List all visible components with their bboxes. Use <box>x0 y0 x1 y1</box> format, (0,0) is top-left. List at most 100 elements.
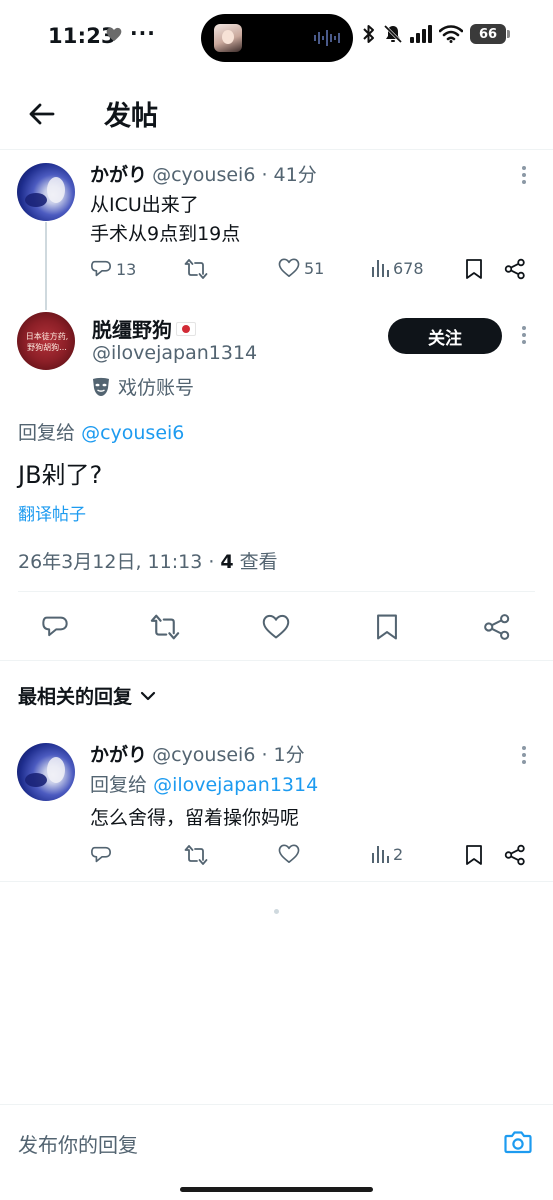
replying-to-prefix: 回复给 <box>18 422 76 444</box>
reply-composer: 发布你的回复 <box>0 1104 553 1200</box>
main-author-name-row: 脱缰野狗 <box>92 314 196 343</box>
parent-retweet-button[interactable] <box>184 258 208 280</box>
japan-flag-icon <box>176 321 196 336</box>
main-post-text: JB剁了? <box>18 461 103 489</box>
parent-views-button[interactable]: 678 <box>371 258 424 278</box>
reply-action-bar: 2 <box>0 844 553 872</box>
share-icon <box>504 258 526 280</box>
reply-header: かがり @cyousei6 · 1分 <box>90 740 305 767</box>
battery-indicator: 66 <box>470 24 510 44</box>
reply-like-button[interactable] <box>278 844 300 864</box>
heart-status-icon <box>106 27 122 42</box>
parent-action-bar: 13 51 678 <box>0 258 553 286</box>
bluetooth-icon <box>362 24 376 44</box>
parent-post-header: かがり @cyousei6 · 41分 <box>90 160 317 187</box>
chevron-down-icon <box>140 691 156 701</box>
retweet-icon <box>184 258 208 280</box>
reply-composer-input[interactable]: 发布你的回复 <box>18 1129 138 1158</box>
replies-sort-label: 最相关的回复 <box>18 686 133 708</box>
signal-icon <box>410 25 432 43</box>
media-thumbnail <box>214 24 242 52</box>
reply-retweet-button[interactable] <box>184 844 208 866</box>
back-button[interactable] <box>22 94 62 134</box>
reply-views-button[interactable]: 2 <box>371 844 403 864</box>
reply-handle-time: @cyousei6 · 1分 <box>152 744 305 766</box>
main-like-button[interactable] <box>261 612 291 642</box>
parent-reply-count: 13 <box>116 259 137 279</box>
parody-account-label: 戏仿账号 <box>92 373 194 400</box>
main-bookmark-button[interactable] <box>372 612 402 642</box>
bookmark-icon <box>465 844 483 866</box>
audio-wave-icon <box>314 30 340 46</box>
like-icon <box>278 844 300 864</box>
post-date: 26年3月12日, 11:13 · <box>18 551 221 573</box>
share-icon <box>483 613 511 641</box>
parent-reply-button[interactable]: 13 <box>90 258 136 280</box>
reply-author-name[interactable]: かがり <box>90 744 147 766</box>
like-icon <box>262 614 290 640</box>
camera-button[interactable] <box>503 1127 533 1157</box>
views-icon <box>371 844 389 864</box>
replies-sort-selector[interactable]: 最相关的回复 <box>18 682 156 709</box>
reply-icon <box>90 844 112 866</box>
back-arrow-icon <box>29 103 55 125</box>
status-more-indicator: ··· <box>130 21 156 45</box>
reply-author-avatar[interactable] <box>17 743 75 801</box>
main-reply-button[interactable] <box>40 612 70 642</box>
reply-replying-to-mention[interactable]: @ilovejapan1314 <box>153 774 318 796</box>
parent-post-text-line-2: 手术从9点到19点 <box>90 223 241 245</box>
parent-handle-time: @cyousei6 · 41分 <box>152 164 317 186</box>
parent-like-count: 51 <box>304 258 325 278</box>
bookmark-icon <box>465 258 483 280</box>
views-icon <box>371 258 389 278</box>
main-action-bar <box>0 592 553 660</box>
parent-bookmark-button[interactable] <box>465 258 483 280</box>
main-more-button[interactable] <box>512 323 536 347</box>
parent-more-button[interactable] <box>512 163 536 187</box>
parent-share-button[interactable] <box>504 258 526 280</box>
parent-author-avatar[interactable] <box>17 163 75 221</box>
like-icon <box>278 258 300 278</box>
reply-icon <box>90 258 112 280</box>
divider <box>0 660 553 661</box>
reply-replying-to-prefix: 回复给 <box>90 774 148 796</box>
camera-icon <box>504 1130 532 1154</box>
parent-like-button[interactable]: 51 <box>278 258 324 278</box>
main-share-button[interactable] <box>482 612 512 642</box>
reply-bookmark-button[interactable] <box>465 844 483 866</box>
reply-share-button[interactable] <box>504 844 526 866</box>
reply-reply-button[interactable] <box>90 844 112 866</box>
wifi-icon <box>439 25 463 43</box>
avatar-caption: 日本徒方药, 野狗胡狗... <box>25 332 69 352</box>
loading-indicator <box>274 909 279 914</box>
dynamic-island[interactable] <box>201 14 353 62</box>
post-views-count: 4 <box>220 551 234 573</box>
parent-post-text-line-1: 从ICU出来了 <box>90 194 199 216</box>
home-indicator[interactable] <box>180 1187 373 1192</box>
main-author-handle[interactable]: @ilovejapan1314 <box>92 342 257 364</box>
follow-button[interactable]: 关注 <box>388 318 502 354</box>
reply-views-count: 2 <box>393 844 404 864</box>
parent-views-count: 678 <box>393 258 424 278</box>
replying-to-mention[interactable]: @cyousei6 <box>81 422 184 444</box>
post-views-label: 查看 <box>233 551 278 573</box>
reply-text: 怎么舍得，留着操你妈呢 <box>90 807 300 829</box>
status-bar: 11:23 ··· 66 <box>0 0 553 80</box>
main-author-avatar[interactable]: 日本徒方药, 野狗胡狗... <box>17 312 75 370</box>
parent-author-name[interactable]: かがり <box>90 164 147 186</box>
reply-more-button[interactable] <box>512 743 536 767</box>
bell-muted-icon <box>383 24 403 44</box>
retweet-icon <box>150 613 180 641</box>
parody-label-text: 戏仿账号 <box>118 377 195 399</box>
main-author-name[interactable]: 脱缰野狗 <box>92 314 172 343</box>
parody-mask-icon <box>92 377 110 397</box>
replying-to-line: 回复给 @cyousei6 <box>18 418 184 445</box>
divider <box>0 881 553 882</box>
main-retweet-button[interactable] <box>150 612 180 642</box>
page-title: 发帖 <box>104 101 158 132</box>
top-bar: 发帖 <box>0 80 553 150</box>
bookmark-icon <box>375 613 399 641</box>
translate-post-link[interactable]: 翻译帖子 <box>18 500 86 525</box>
status-icons: 66 <box>362 24 510 44</box>
reply-replying-to-line: 回复给 @ilovejapan1314 <box>90 770 318 797</box>
